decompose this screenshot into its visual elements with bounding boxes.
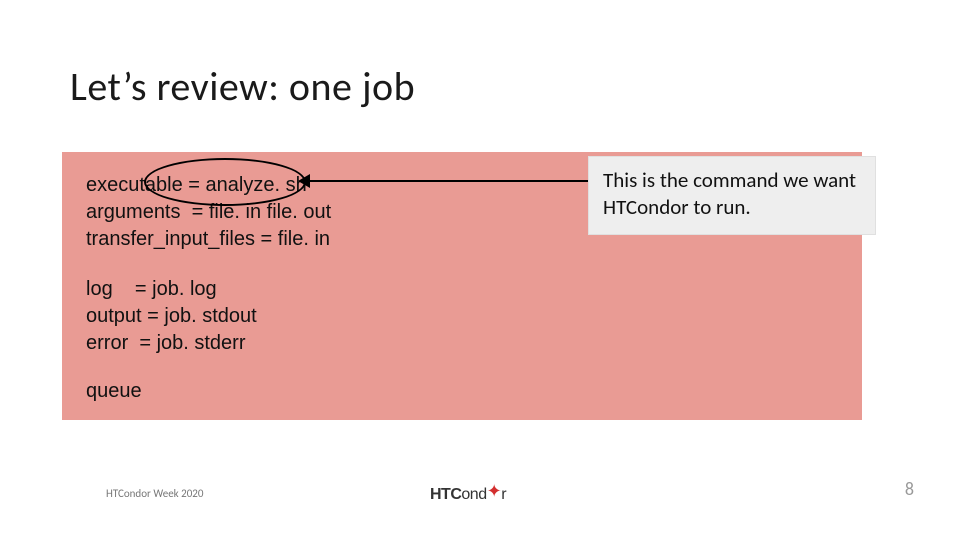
code-block-3: queue [86, 378, 142, 405]
arrow-line [306, 180, 588, 182]
slide-title: Let’s review: one job [70, 62, 415, 111]
logo-text1: ond [461, 486, 486, 503]
slide: Let’s review: one job executable = analy… [0, 0, 960, 540]
callout-box: This is the command we want HTCondor to … [588, 156, 876, 235]
code-block-2: log = job. log output = job. stdout erro… [86, 276, 257, 357]
highlight-oval [144, 158, 306, 206]
callout-text: This is the command we want HTCondor to … [603, 167, 856, 220]
arrow-head-icon [298, 174, 310, 188]
logo-accent-icon: ✦ [487, 481, 502, 501]
footer-logo: HTCond✦r [430, 483, 506, 504]
page-number: 8 [905, 478, 914, 500]
footer-event: HTCondor Week 2020 [106, 487, 203, 500]
logo-bold: HTC [430, 486, 461, 503]
logo-text2: r [501, 486, 506, 503]
